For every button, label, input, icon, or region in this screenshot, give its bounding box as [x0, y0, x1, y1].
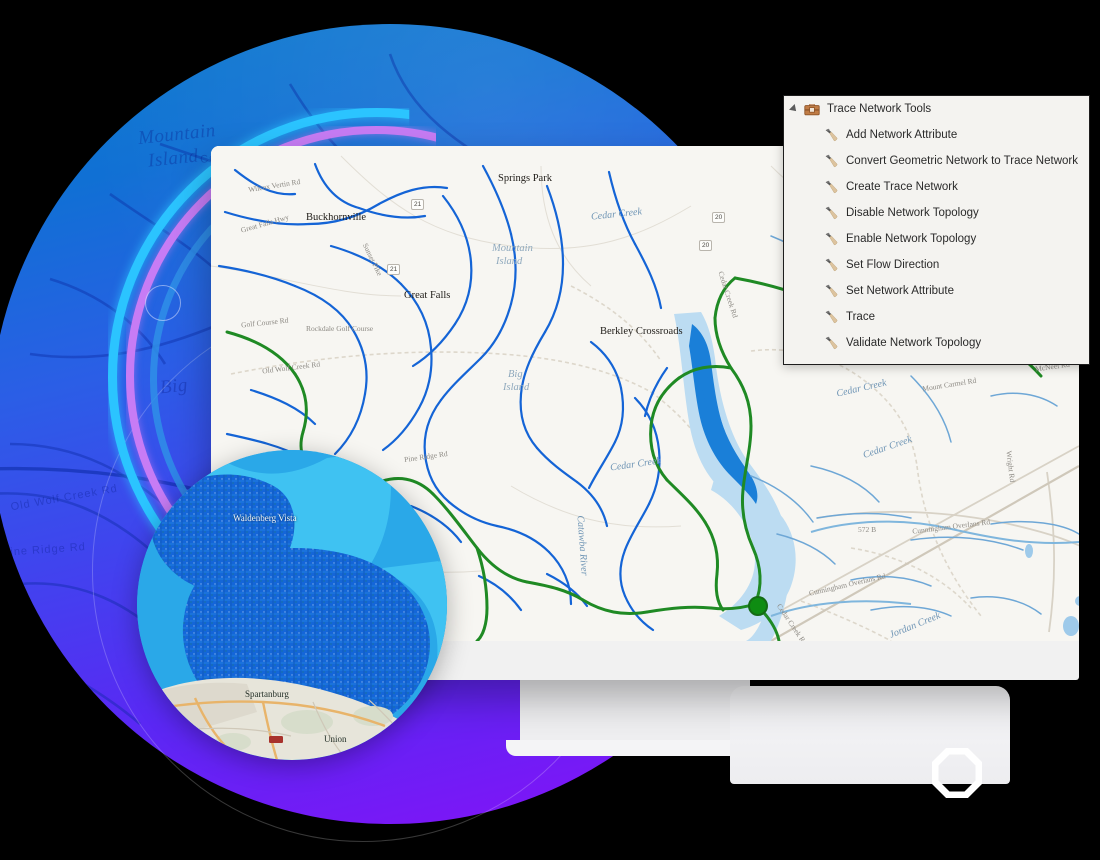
hammer-icon [824, 180, 838, 194]
tool-item-label: Trace [846, 311, 875, 323]
globe-place-label-1: Spartanburg [245, 689, 289, 699]
triangle-collapse-icon[interactable] [790, 104, 800, 114]
globe-vector-layer [137, 450, 447, 760]
tool-item-create-trace-network[interactable]: Create Trace Network [784, 174, 1089, 200]
tool-item-label: Disable Network Topology [846, 207, 979, 219]
tool-item-add-network-attribute[interactable]: Add Network Attribute [784, 122, 1089, 148]
hammer-icon [824, 310, 838, 324]
hammer-icon [824, 284, 838, 298]
tool-item-label: Validate Network Topology [846, 337, 982, 349]
tool-item-label: Add Network Attribute [846, 129, 958, 141]
tool-item-convert-geometric-network-to-trace-network[interactable]: Convert Geometric Network to Trace Netwo… [784, 148, 1089, 174]
map-route-shield-0: 21 [411, 199, 425, 210]
tool-item-set-network-attribute[interactable]: Set Network Attribute [784, 278, 1089, 304]
screenshot-canvas: Mountain Island Big Old Wolf Creek Rd Pi… [0, 0, 1100, 860]
monitor-neck [506, 678, 764, 756]
trace-network-tools-panel[interactable]: Trace Network Tools Add Network Attribut… [783, 95, 1090, 365]
tool-item-label: Create Trace Network [846, 181, 958, 193]
hammer-icon [824, 154, 838, 168]
panel-header-row[interactable]: Trace Network Tools [784, 96, 1089, 122]
globe-place-label-2: Union [324, 734, 347, 744]
toolbox-icon [804, 102, 820, 116]
map-route-shield-2: 20 [699, 240, 713, 251]
octagon-outline-icon [931, 747, 983, 799]
tool-item-label: Set Network Attribute [846, 285, 955, 297]
small-circle-outline [145, 285, 181, 321]
hammer-icon [824, 258, 838, 272]
map-route-shield-3: 20 [712, 212, 726, 223]
tool-list[interactable]: Add Network Attribute Convert Geometric … [784, 122, 1089, 356]
tool-item-label: Convert Geometric Network to Trace Netwo… [846, 155, 1078, 167]
tool-item-label: Set Flow Direction [846, 259, 940, 271]
hammer-icon [824, 232, 838, 246]
panel-title: Trace Network Tools [827, 103, 932, 115]
tool-item-validate-network-topology[interactable]: Validate Network Topology [784, 330, 1089, 356]
globe-place-label-0: Waldenberg Vista [233, 513, 297, 523]
hammer-icon [824, 206, 838, 220]
tool-item-enable-network-topology[interactable]: Enable Network Topology [784, 226, 1089, 252]
tool-item-disable-network-topology[interactable]: Disable Network Topology [784, 200, 1089, 226]
tool-item-label: Enable Network Topology [846, 233, 977, 245]
stream-density-globe-inset[interactable]: Waldenberg Vista Spartanburg Union [137, 450, 447, 760]
tool-item-trace[interactable]: Trace [784, 304, 1089, 330]
map-route-shield-1: 21 [387, 264, 401, 275]
hammer-icon [824, 336, 838, 350]
trace-start-node [748, 596, 768, 616]
tool-item-set-flow-direction[interactable]: Set Flow Direction [784, 252, 1089, 278]
hammer-icon [824, 128, 838, 142]
